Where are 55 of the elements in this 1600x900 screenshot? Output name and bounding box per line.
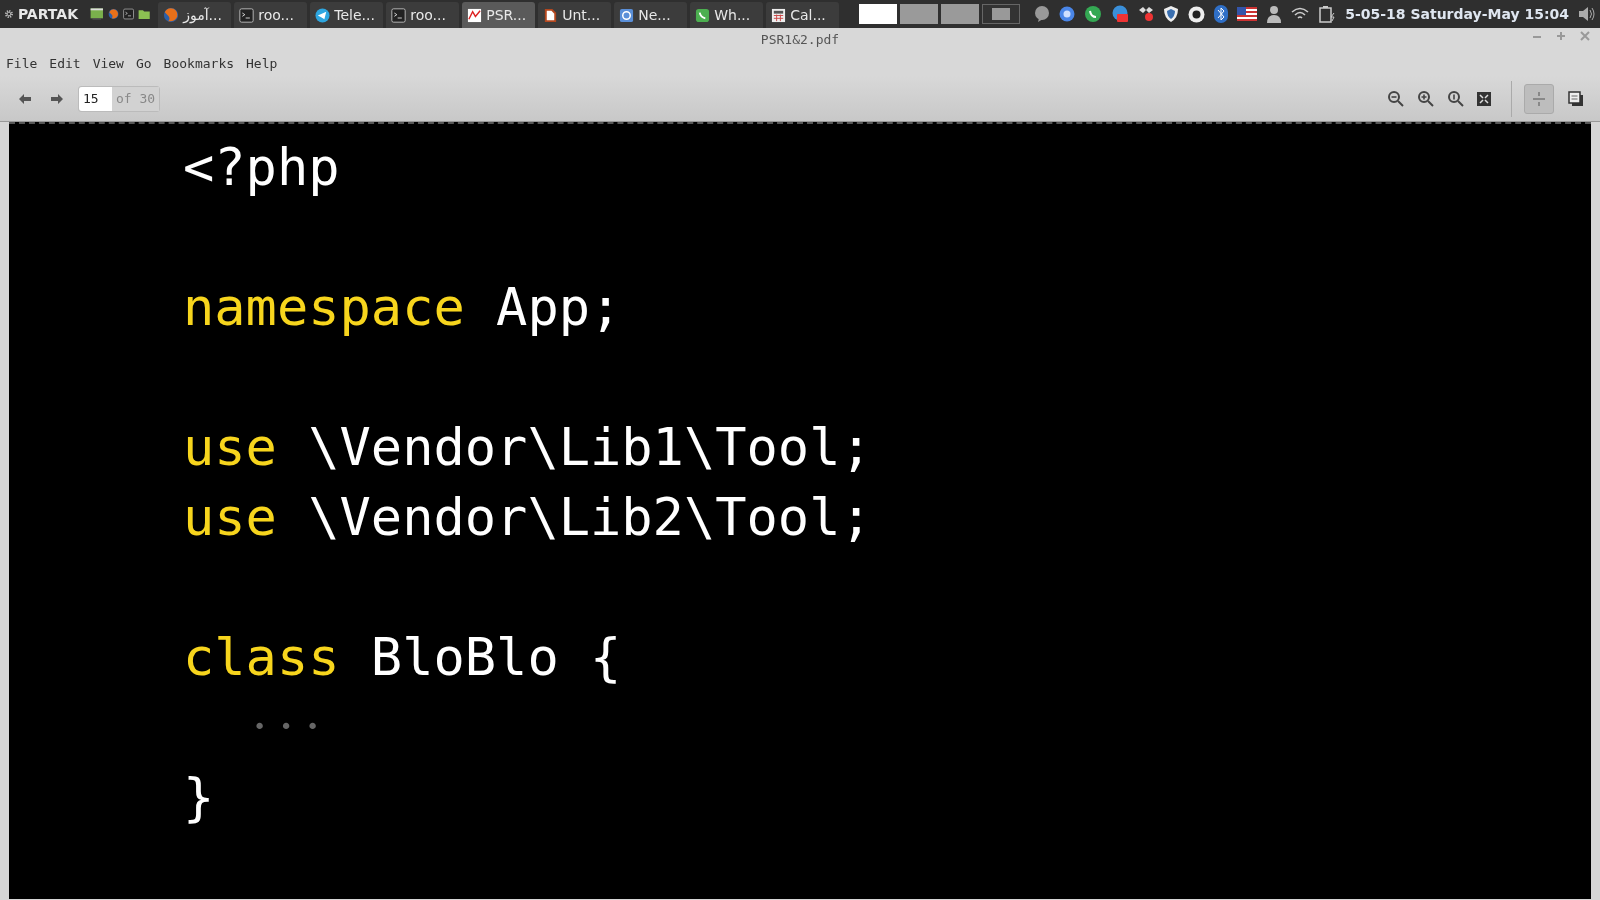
menu-label[interactable]: PARTAK bbox=[17, 3, 78, 25]
ellipsis: • • • bbox=[253, 713, 320, 741]
continuous-page-icon bbox=[1532, 90, 1546, 107]
code-line: } bbox=[183, 766, 215, 829]
taskbar-button[interactable]: Ne... bbox=[614, 2, 688, 28]
speech-bubble-icon[interactable] bbox=[1034, 6, 1051, 22]
bluetooth-icon[interactable] bbox=[1214, 5, 1229, 23]
shield-icon[interactable] bbox=[1163, 5, 1180, 23]
clock[interactable]: 5-05-18 Saturday-May 15:04 bbox=[1345, 3, 1569, 25]
terminal-icon bbox=[239, 7, 255, 23]
phone-icon bbox=[695, 7, 711, 23]
terminal-icon[interactable] bbox=[122, 5, 134, 23]
taskbar-button[interactable]: PSR... bbox=[462, 2, 536, 28]
calculator-icon bbox=[771, 7, 787, 23]
taskbar-button[interactable]: Tele... bbox=[310, 2, 384, 28]
zoom-in-icon[interactable] bbox=[1417, 89, 1435, 108]
menu-item[interactable]: View bbox=[92, 54, 124, 74]
menu-item[interactable]: File bbox=[6, 54, 38, 74]
taskbar-button[interactable]: Cal... bbox=[766, 2, 840, 28]
browser-icon[interactable] bbox=[1059, 6, 1076, 22]
taskbar-button[interactable]: Unt... bbox=[538, 2, 612, 28]
code-line: use \Vendor\Lib2\Tool; bbox=[183, 486, 872, 549]
zoom-out-icon[interactable] bbox=[1387, 89, 1405, 108]
menu-item[interactable]: Edit bbox=[49, 54, 81, 74]
code-line: use \Vendor\Lib1\Tool; bbox=[183, 416, 872, 479]
close-icon bbox=[1580, 31, 1590, 41]
taskbar-button[interactable]: Wh... bbox=[690, 2, 764, 28]
volume-icon[interactable] bbox=[1578, 6, 1596, 22]
taskbar-button[interactable]: roo... bbox=[234, 2, 308, 28]
code-line: <?php bbox=[183, 136, 340, 199]
browser-icon bbox=[619, 7, 635, 23]
dual-page-icon bbox=[1568, 90, 1584, 107]
workspace-button[interactable] bbox=[859, 4, 898, 24]
document-icon bbox=[543, 7, 559, 23]
mail-badge-icon[interactable] bbox=[1111, 5, 1130, 23]
taskbar-button[interactable]: آموز... bbox=[158, 2, 232, 28]
chart-document-icon bbox=[467, 7, 483, 23]
globe-icon bbox=[163, 7, 180, 23]
window-title: PSR1&2.pdf bbox=[760, 31, 840, 50]
fit-page-icon[interactable] bbox=[1477, 91, 1491, 106]
maximize-icon bbox=[1556, 31, 1566, 41]
menu-item[interactable]: Bookmarks bbox=[163, 54, 235, 74]
menu-item[interactable]: Go bbox=[135, 54, 152, 74]
taskbar-button[interactable]: roo... bbox=[386, 2, 460, 28]
flag-icon[interactable] bbox=[1237, 7, 1258, 21]
wifi-icon[interactable] bbox=[1291, 7, 1310, 21]
terminal-icon bbox=[391, 7, 407, 23]
code-line: namespace App; bbox=[183, 276, 622, 339]
zoom-original-icon[interactable] bbox=[1447, 89, 1465, 108]
disc-icon[interactable] bbox=[1188, 5, 1206, 23]
menu-item[interactable]: Help bbox=[246, 54, 278, 74]
code-line: class BloBlo { bbox=[183, 626, 622, 689]
paper-plane-icon bbox=[315, 7, 331, 23]
battery-icon[interactable] bbox=[1318, 5, 1337, 23]
user-icon[interactable] bbox=[1266, 5, 1283, 23]
